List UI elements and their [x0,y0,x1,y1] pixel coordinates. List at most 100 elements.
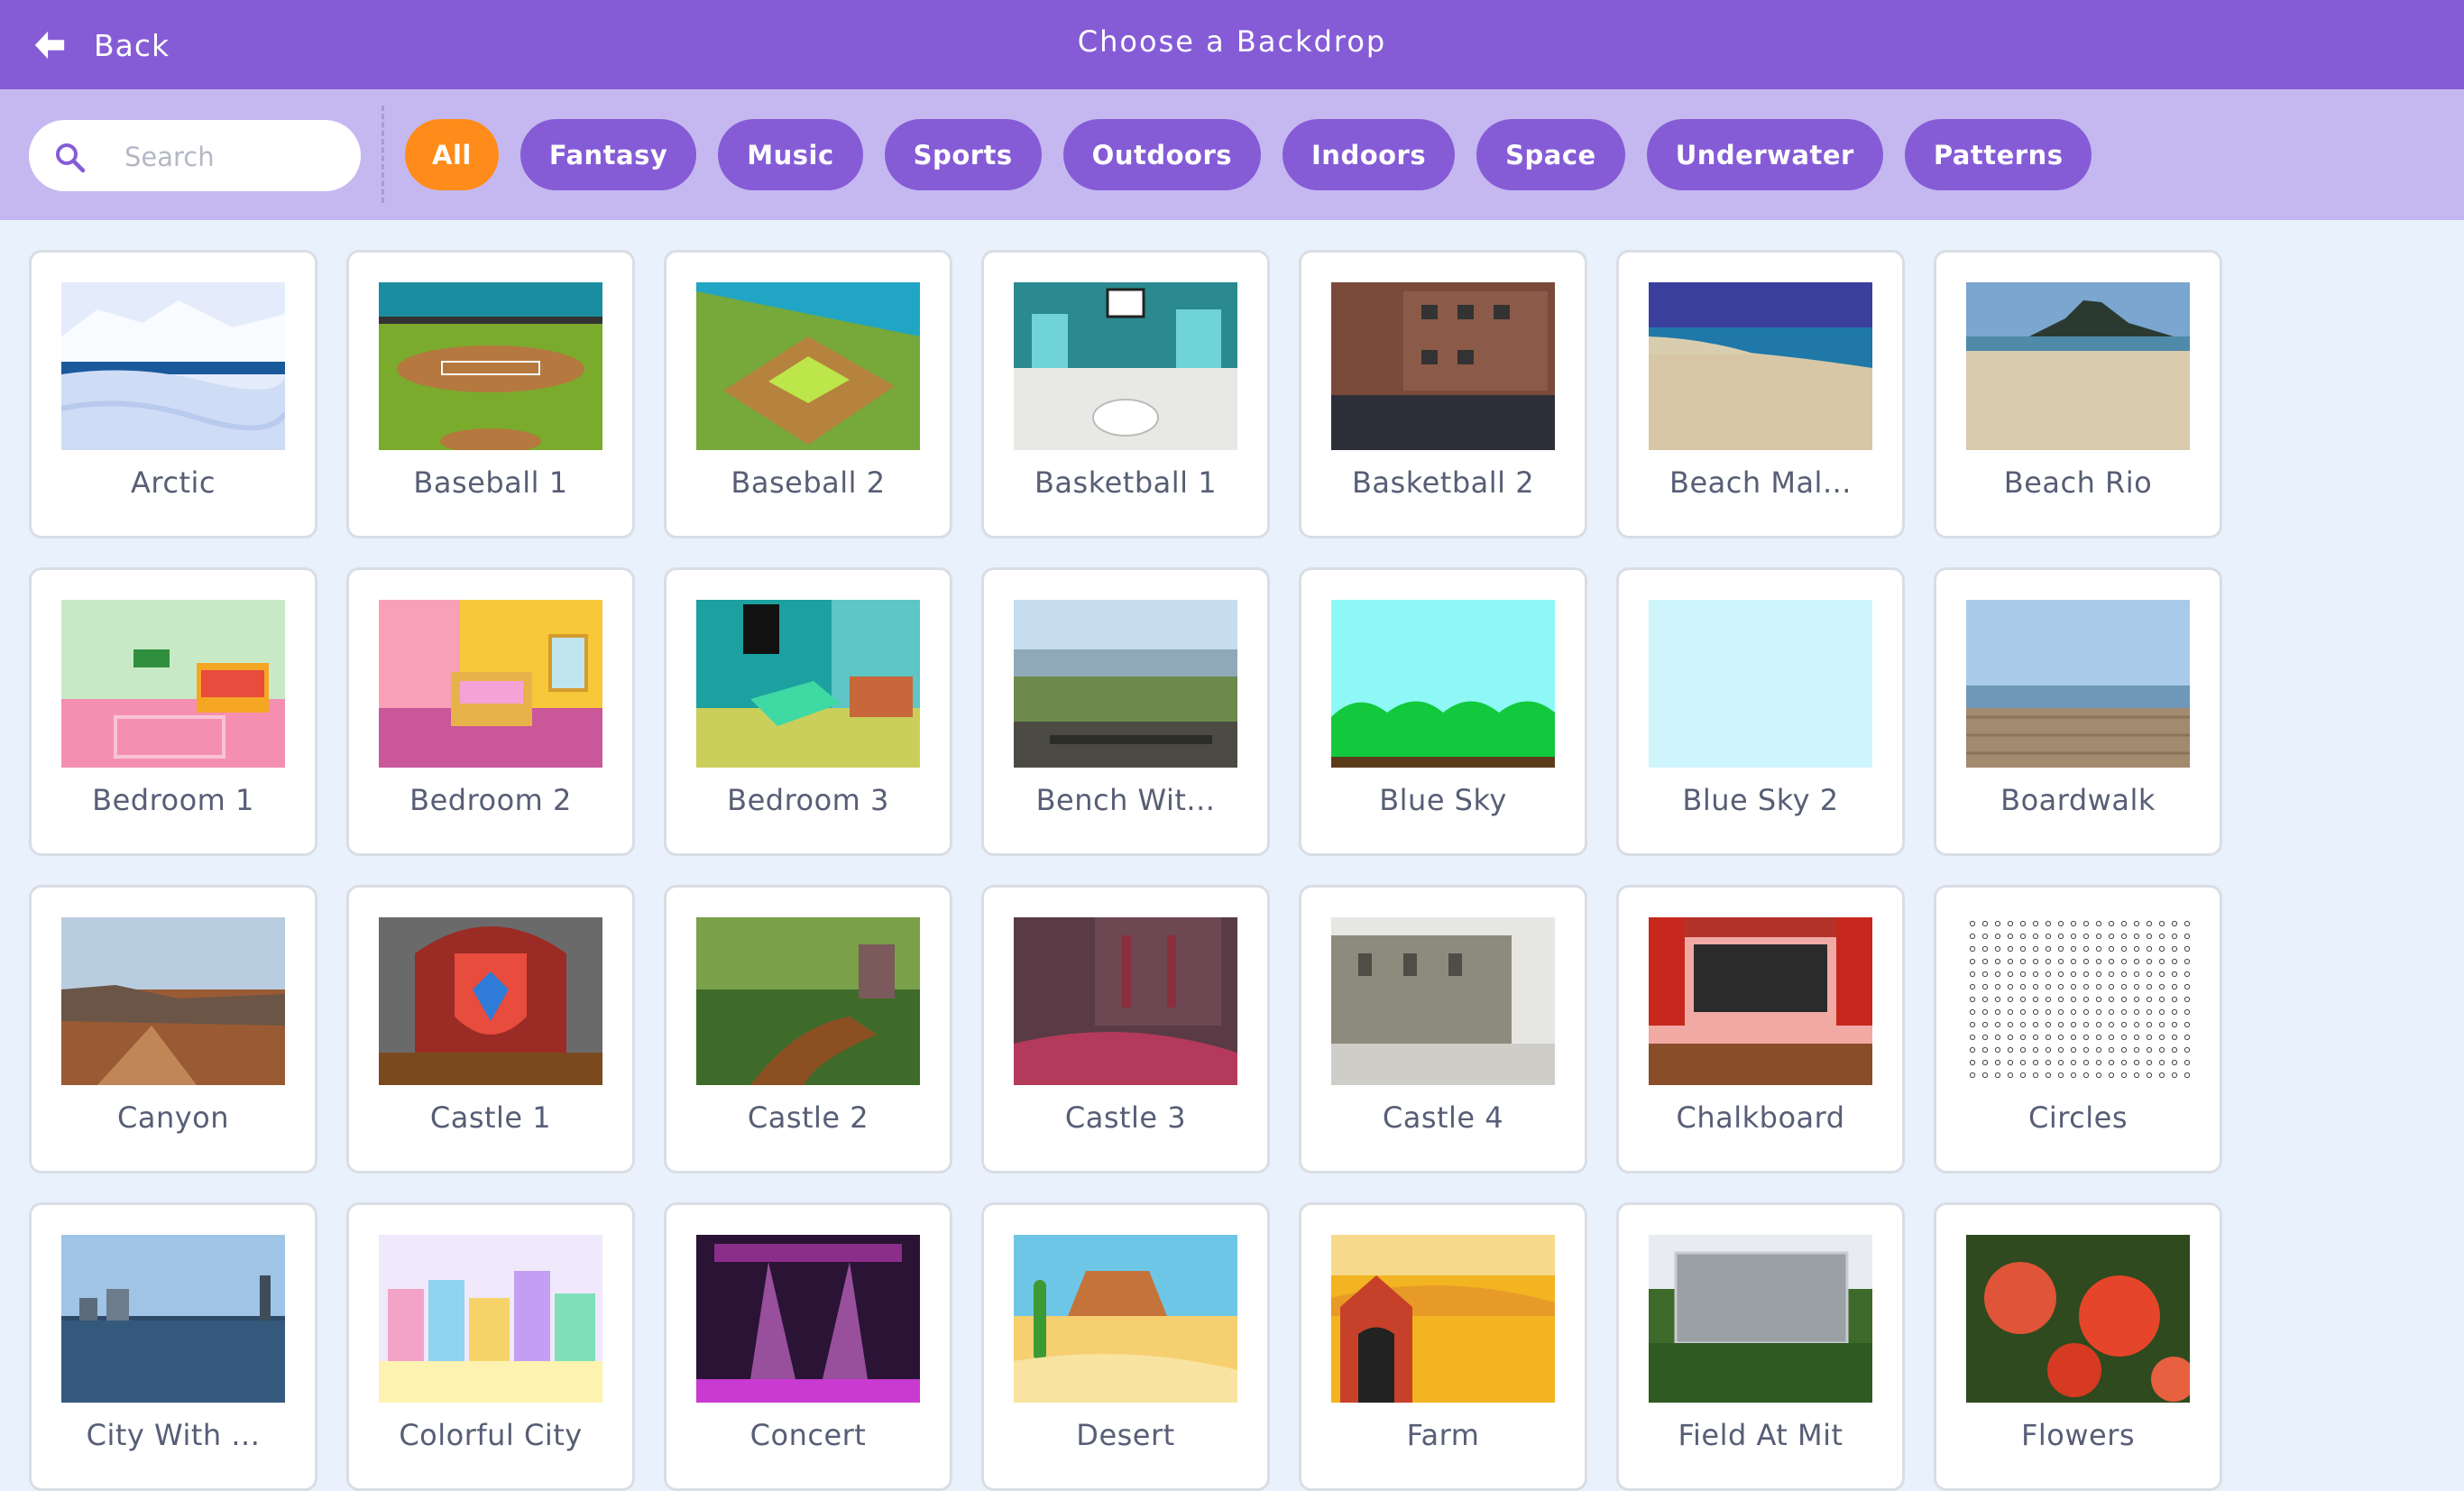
backdrop-thumbnail [1649,1235,1872,1403]
backdrop-thumbnail [61,917,285,1085]
backdrop-thumbnail [1966,282,2190,450]
backdrop-label: Blue Sky [1379,783,1507,817]
backdrop-card[interactable]: Baseball 2 [664,250,952,538]
modal-header: Back Choose a Backdrop [0,0,2464,89]
backdrop-card[interactable]: Castle 1 [346,885,635,1173]
backdrop-card[interactable]: Basketball 2 [1299,250,1587,538]
backdrop-thumbnail [1649,282,1872,450]
search-input[interactable] [123,136,343,178]
backdrop-thumbnail [1014,282,1237,450]
backdrop-label: Boardwalk [2000,783,2156,817]
backdrop-thumbnail [61,282,285,450]
backdrop-card[interactable]: Flowers [1934,1202,2222,1491]
backdrop-label: Flowers [2020,1418,2136,1452]
backdrop-card[interactable]: Circles [1934,885,2222,1173]
backdrop-thumbnail [1331,917,1555,1085]
backdrop-card[interactable]: Beach Mal... [1616,250,1905,538]
tag-fantasy[interactable]: Fantasy [519,119,697,190]
backdrop-thumbnail [1331,1235,1555,1403]
backdrop-label: Field At Mit [1678,1418,1843,1452]
backdrop-thumbnail [1649,917,1872,1085]
backdrop-card[interactable]: Bedroom 3 [664,567,952,856]
tag-outdoors[interactable]: Outdoors [1062,119,1262,190]
backdrop-label: City With ... [86,1418,261,1452]
tag-music[interactable]: Music [718,119,863,190]
backdrop-thumbnail [696,917,920,1085]
backdrop-thumbnail [61,600,285,768]
filter-bar: All Fantasy Music Sports Outdoors Indoor… [0,89,2464,220]
backdrop-thumbnail [1966,1235,2190,1403]
backdrop-card[interactable]: Bench Wit... [981,567,1270,856]
backdrop-label: Concert [749,1418,867,1452]
backdrop-thumbnail [1966,600,2190,768]
backdrop-grid: Arctic Baseball 1 Baseball 2 Basketball … [29,250,2222,1491]
tag-space[interactable]: Space [1476,119,1625,190]
backdrop-card[interactable]: Castle 2 [664,885,952,1173]
backdrop-label: Circles [2027,1100,2128,1135]
backdrop-label: Bedroom 3 [727,783,889,817]
backdrop-card[interactable]: Blue Sky [1299,567,1587,856]
tag-list: All Fantasy Music Sports Outdoors Indoor… [405,119,2092,190]
tag-sports[interactable]: Sports [884,119,1042,190]
backdrop-label: Beach Mal... [1669,465,1852,500]
backdrop-thumbnail [61,1235,285,1403]
backdrop-label: Beach Rio [2003,465,2153,500]
backdrop-thumbnail [1649,600,1872,768]
backdrop-thumbnail [379,600,602,768]
backdrop-card[interactable]: Castle 4 [1299,885,1587,1173]
backdrop-thumbnail [379,1235,602,1403]
backdrop-thumbnail [1014,600,1237,768]
backdrop-label: Castle 2 [747,1100,869,1135]
backdrop-label: Castle 3 [1064,1100,1187,1135]
backdrop-label: Desert [1076,1418,1175,1452]
backdrop-card[interactable]: Canyon [29,885,317,1173]
search-icon [56,143,86,173]
backdrop-card[interactable]: Arctic [29,250,317,538]
backdrop-card[interactable]: Chalkboard [1616,885,1905,1173]
tag-indoors[interactable]: Indoors [1283,119,1456,190]
backdrop-thumbnail [696,282,920,450]
backdrop-card[interactable]: Blue Sky 2 [1616,567,1905,856]
backdrop-thumbnail [1331,600,1555,768]
backdrop-thumbnail [379,917,602,1085]
backdrop-thumbnail [1014,1235,1237,1403]
backdrop-card[interactable]: Desert [981,1202,1270,1491]
backdrop-thumbnail [379,282,602,450]
backdrop-card[interactable]: City With ... [29,1202,317,1491]
backdrop-label: Bench Wit... [1035,783,1216,817]
backdrop-label: Bedroom 2 [409,783,572,817]
backdrop-label: Colorful City [399,1418,583,1452]
backdrop-card[interactable]: Farm [1299,1202,1587,1491]
backdrop-label: Castle 1 [429,1100,552,1135]
backdrop-thumbnail [696,1235,920,1403]
search-box[interactable] [29,120,361,191]
backdrop-card[interactable]: Boardwalk [1934,567,2222,856]
backdrop-card[interactable]: Concert [664,1202,952,1491]
backdrop-label: Blue Sky 2 [1682,783,1839,817]
backdrop-label: Arctic [131,465,216,500]
backdrop-thumbnail [1331,282,1555,450]
backdrop-thumbnail [1966,917,2190,1085]
backdrop-label: Bedroom 1 [92,783,254,817]
backdrop-card[interactable]: Basketball 1 [981,250,1270,538]
backdrop-card[interactable]: Bedroom 1 [29,567,317,856]
backdrop-label: Chalkboard [1676,1100,1845,1135]
backdrop-label: Castle 4 [1382,1100,1504,1135]
backdrop-card[interactable]: Beach Rio [1934,250,2222,538]
filter-divider [382,106,384,203]
backdrop-card[interactable]: Baseball 1 [346,250,635,538]
backdrop-label: Farm [1406,1418,1480,1452]
tag-patterns[interactable]: Patterns [1904,119,2092,190]
backdrop-card[interactable]: Colorful City [346,1202,635,1491]
backdrop-label: Baseball 1 [413,465,568,500]
backdrop-card[interactable]: Bedroom 2 [346,567,635,856]
backdrop-label: Canyon [116,1100,230,1135]
tag-all[interactable]: All [405,119,499,190]
backdrop-card[interactable]: Field At Mit [1616,1202,1905,1491]
backdrop-thumbnail [1014,917,1237,1085]
tag-underwater[interactable]: Underwater [1646,119,1883,190]
backdrop-card[interactable]: Castle 3 [981,885,1270,1173]
backdrop-label: Basketball 1 [1034,465,1218,500]
page-title: Choose a Backdrop [1077,24,1387,59]
backdrop-label: Baseball 2 [731,465,886,500]
